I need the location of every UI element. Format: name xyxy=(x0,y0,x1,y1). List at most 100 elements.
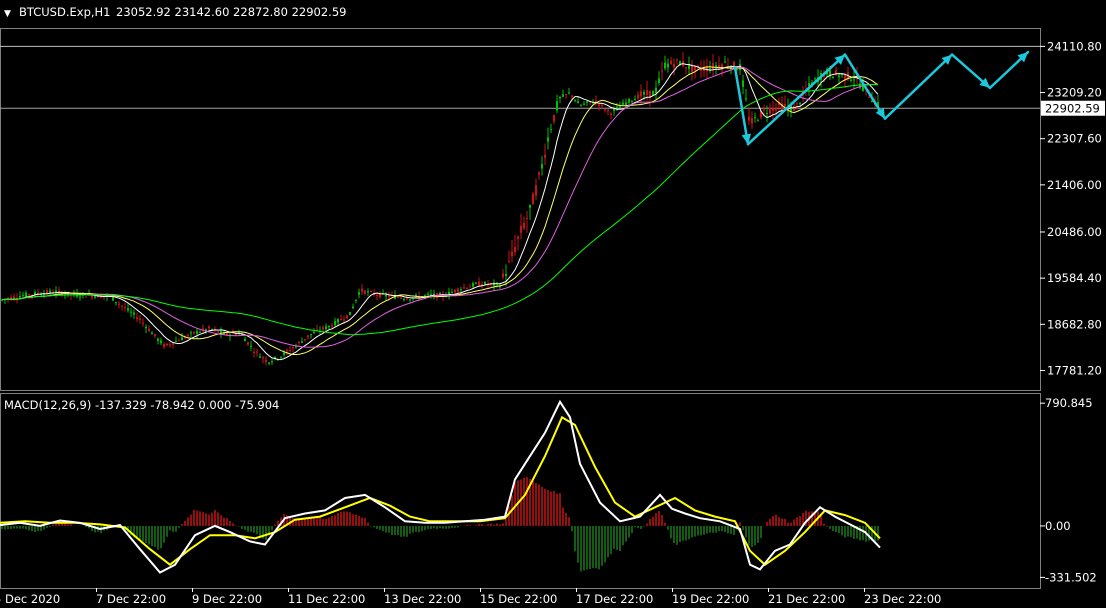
candle-body xyxy=(403,298,405,300)
candle-body xyxy=(292,347,294,349)
price-tick-label: 23209.20 xyxy=(1047,86,1102,100)
candle-body xyxy=(523,222,525,228)
candle-body xyxy=(664,62,666,69)
candle-body xyxy=(769,107,771,114)
price-axis: 24110.80 23209.20 22307.60 21406.00 20486.00… xyxy=(1040,39,1102,377)
candle-body xyxy=(370,290,372,292)
candle-body xyxy=(604,109,606,111)
candle-body xyxy=(175,341,177,343)
candle-body xyxy=(838,75,840,78)
candle-body xyxy=(535,185,537,196)
candle-body xyxy=(484,281,486,285)
dropdown-icon[interactable]: ▼ xyxy=(4,9,11,19)
candle-body xyxy=(784,104,786,107)
time-axis: 5 Dec 2020 7 Dec 22:00 9 Dec 22:00 11 Dec 2… xyxy=(0,588,941,606)
ma_slow-line xyxy=(1,66,879,348)
candle-body xyxy=(763,109,765,111)
candle-body xyxy=(172,343,174,345)
candle-body xyxy=(610,113,612,116)
candle-body xyxy=(400,297,402,299)
candle-body xyxy=(505,273,507,276)
candle-body xyxy=(850,79,852,81)
candle-body xyxy=(757,120,759,122)
candle-body xyxy=(244,339,246,342)
candle-body xyxy=(262,357,264,359)
macd-tick-label: -331.502 xyxy=(1045,570,1097,584)
time-tick-label: 13 Dec 22:00 xyxy=(384,592,461,606)
candle-body xyxy=(253,351,255,353)
candle-body xyxy=(526,217,528,219)
candle-body xyxy=(343,319,345,321)
candle-body xyxy=(814,78,816,80)
forecast-arrow-segment xyxy=(883,53,954,120)
current-price-label: 22902.59 xyxy=(1041,100,1105,116)
candle-body xyxy=(22,295,24,297)
candle-body xyxy=(307,335,309,338)
candle-body xyxy=(670,60,672,65)
candle-body xyxy=(121,305,123,307)
candle-body xyxy=(640,91,642,97)
candle-body xyxy=(748,116,750,121)
candle-body xyxy=(322,327,324,330)
candle-body xyxy=(475,282,477,284)
candle-body xyxy=(556,101,558,111)
price-chart-panel[interactable]: 24110.80 23209.20 22307.60 21406.00 20486.00… xyxy=(0,5,1105,391)
candle-body xyxy=(502,273,504,278)
candle-body xyxy=(208,326,210,329)
candle-body xyxy=(550,129,552,131)
candle-body xyxy=(655,87,657,94)
candle-body xyxy=(157,338,159,341)
candle-body xyxy=(451,291,453,293)
candlesticks xyxy=(1,52,879,366)
candle-body xyxy=(334,320,336,326)
candle-body xyxy=(646,90,648,96)
candle-body xyxy=(463,287,465,289)
chart-canvas[interactable]: 24110.80 23209.20 22307.60 21406.00 20486.00… xyxy=(0,0,1106,608)
macd-panel[interactable]: MACD(12,26,9) -137.329 -78.942 0.000 -75… xyxy=(0,393,1097,589)
candle-body xyxy=(286,350,288,352)
candle-body xyxy=(331,325,333,327)
candle-body xyxy=(607,110,609,112)
candle-body xyxy=(541,164,543,169)
candle-body xyxy=(454,289,456,293)
candle-body xyxy=(598,104,600,107)
candle-body xyxy=(112,296,114,301)
candle-body xyxy=(352,306,354,309)
candle-body xyxy=(361,288,363,292)
candle-body xyxy=(775,107,777,111)
candle-body xyxy=(364,290,366,294)
candle-body xyxy=(19,296,21,298)
price-tick-label: 18682.80 xyxy=(1047,317,1102,331)
price-tick-label: 17781.20 xyxy=(1047,363,1102,377)
symbol-label: BTCUSD.Exp,H1 xyxy=(19,5,111,19)
candle-body xyxy=(91,295,93,298)
candle-body xyxy=(514,247,516,253)
candle-body xyxy=(115,301,117,303)
candle-body xyxy=(217,331,219,333)
candle-body xyxy=(562,94,564,97)
candle-body xyxy=(685,67,687,69)
candle-body xyxy=(469,286,471,288)
candle-body xyxy=(199,331,201,333)
candle-body xyxy=(595,100,597,102)
price-panel-frame xyxy=(0,28,1041,391)
candle-body xyxy=(283,352,285,355)
macd-tick-label: 0.00 xyxy=(1045,519,1071,533)
candle-body xyxy=(178,340,180,342)
candle-body xyxy=(181,337,183,341)
candle-body xyxy=(559,97,561,99)
candle-body xyxy=(508,260,510,262)
candle-body xyxy=(547,137,549,142)
candle-body xyxy=(529,205,531,208)
time-tick-label: 21 Dec 22:00 xyxy=(768,592,845,606)
candle-body xyxy=(715,65,717,67)
price-tick-label: 20486.00 xyxy=(1047,225,1102,239)
candle-body xyxy=(628,99,630,103)
candle-body xyxy=(472,283,474,287)
candle-body xyxy=(355,299,357,301)
candle-body xyxy=(406,298,408,300)
time-tick-label: 9 Dec 22:00 xyxy=(192,592,262,606)
price-tick-label: 19584.40 xyxy=(1047,271,1102,285)
macd-signal-line xyxy=(0,415,881,566)
candle-body xyxy=(439,293,441,295)
